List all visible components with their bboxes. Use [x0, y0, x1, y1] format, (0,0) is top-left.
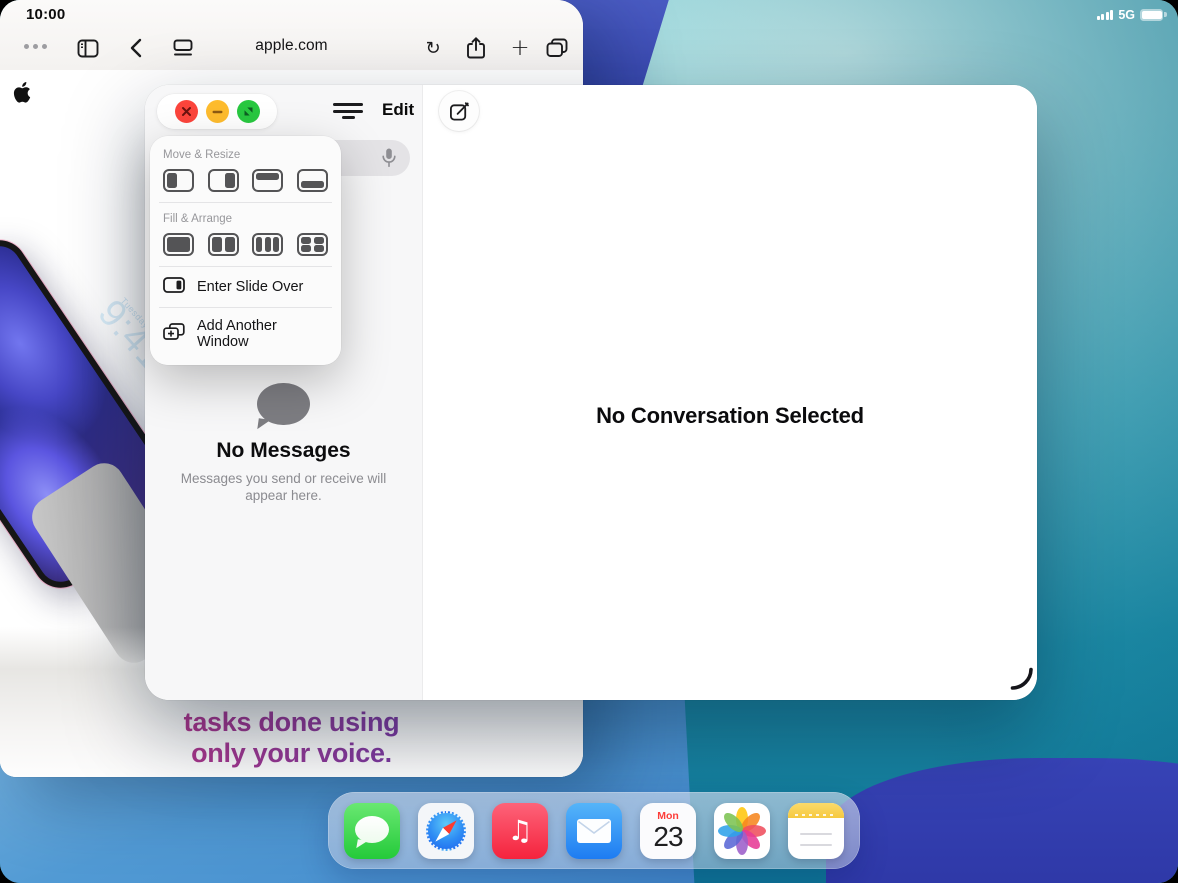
window-controls [157, 94, 277, 129]
window-resize-handle[interactable] [1009, 666, 1033, 695]
move-resize-options [163, 169, 328, 192]
reload-icon[interactable]: ↻ [420, 36, 446, 60]
close-window-button[interactable] [175, 100, 198, 123]
resize-right-half-icon[interactable] [208, 169, 239, 192]
battery-icon [1140, 9, 1163, 21]
dock-app-notes[interactable] [788, 803, 844, 859]
filter-icon[interactable] [333, 103, 363, 123]
mail-envelope-icon [577, 819, 611, 848]
resize-left-half-icon[interactable] [163, 169, 194, 192]
dock-app-mail[interactable] [566, 803, 622, 859]
resize-bottom-half-icon[interactable] [297, 169, 328, 192]
network-type-label: 5G [1118, 8, 1135, 22]
cellular-signal-icon [1097, 10, 1114, 20]
ipad-screen: Tuesday 9:41 tasks done using only your … [0, 0, 1178, 883]
notes-line [800, 833, 832, 836]
resize-top-half-icon[interactable] [252, 169, 283, 192]
address-bar[interactable]: apple.com [120, 37, 463, 55]
calendar-day-label: Mon [640, 810, 696, 822]
speech-bubble-icon [257, 383, 310, 425]
enter-slide-over-item[interactable]: Enter Slide Over [163, 277, 328, 297]
add-another-window-label: Add Another Window [197, 318, 328, 350]
enter-slide-over-label: Enter Slide Over [197, 279, 303, 295]
menu-divider [159, 307, 332, 308]
add-window-icon [163, 323, 185, 345]
music-note-icon: ♫ [507, 817, 532, 845]
edit-button[interactable]: Edit [382, 100, 414, 120]
minimize-window-button[interactable] [206, 100, 229, 123]
no-messages-empty-state: No Messages Messages you send or receive… [145, 383, 422, 504]
safari-toolbar: apple.com ↻ + [0, 0, 583, 70]
move-resize-label: Move & Resize [163, 149, 328, 161]
page-headline: tasks done using only your voice. [0, 707, 583, 769]
apple-logo-icon [13, 82, 31, 108]
dock-app-safari[interactable] [418, 803, 474, 859]
fill-screen-icon[interactable] [163, 233, 194, 256]
notes-header-strip [788, 803, 844, 818]
menu-divider [159, 202, 332, 203]
share-icon[interactable] [463, 36, 489, 60]
dock-app-messages[interactable] [344, 803, 400, 859]
headline-line-1: tasks done using [0, 707, 583, 738]
dock-app-calendar[interactable]: Mon 23 [640, 803, 696, 859]
dock-app-photos[interactable] [714, 803, 770, 859]
compose-button[interactable] [439, 91, 479, 131]
quarters-grid-icon[interactable] [297, 233, 328, 256]
more-options-icon[interactable] [24, 44, 47, 49]
three-columns-icon[interactable] [252, 233, 283, 256]
dock-app-music[interactable]: ♫ [492, 803, 548, 859]
status-bar-right: 5G [1097, 8, 1163, 22]
no-messages-title: No Messages [145, 439, 422, 463]
conversation-panel: No Conversation Selected [423, 85, 1037, 700]
resize-window-button[interactable] [237, 100, 260, 123]
fill-arrange-options [163, 233, 328, 256]
tabs-icon[interactable] [544, 36, 570, 60]
no-messages-subtitle: Messages you send or receive will appear… [145, 470, 422, 504]
microphone-icon[interactable] [381, 147, 397, 174]
messages-bubble-icon [355, 816, 389, 843]
split-view-icon[interactable] [208, 233, 239, 256]
no-conversation-title: No Conversation Selected [423, 403, 1037, 429]
fill-arrange-label: Fill & Arrange [163, 213, 328, 225]
menu-divider [159, 266, 332, 267]
dock: ♫ Mon 23 [328, 792, 860, 869]
headline-line-2: only your voice. [0, 738, 583, 769]
status-bar-time: 10:00 [26, 6, 65, 23]
new-tab-icon[interactable]: + [507, 36, 533, 60]
window-management-menu: Move & Resize Fill & Arrange Enter Slide… [150, 136, 341, 365]
calendar-date-label: 23 [640, 822, 696, 852]
add-another-window-item[interactable]: Add Another Window [163, 318, 328, 350]
sidebar-icon[interactable] [75, 36, 101, 60]
notes-line [800, 844, 832, 847]
slide-over-icon [163, 277, 185, 297]
